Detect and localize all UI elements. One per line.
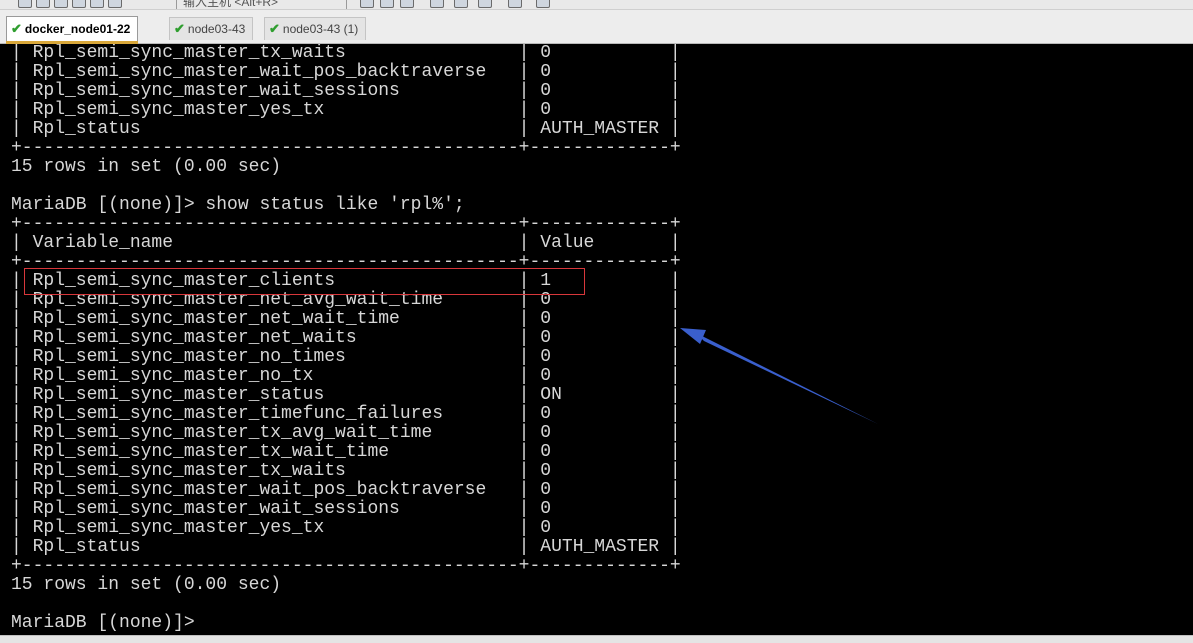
toolbar-icon[interactable] — [36, 0, 50, 8]
toolbar-icon[interactable] — [508, 0, 522, 8]
terminal-line: | Rpl_semi_sync_master_wait_sessions | 0… — [11, 499, 681, 519]
toolbar-icon[interactable] — [90, 0, 104, 8]
host-input-hint[interactable]: 输入主机 <Alt+R> — [183, 0, 278, 9]
terminal-window[interactable]: | Rpl_semi_sync_master_tx_waits | 0 | | R… — [0, 44, 1193, 635]
terminal-line: | Rpl_status | AUTH_MASTER | — [11, 119, 681, 139]
terminal-line: +---------------------------------------… — [11, 556, 681, 576]
tab-label: node03-43 (1) — [282, 22, 359, 36]
bottom-status-strip — [0, 635, 1193, 643]
terminal-line: | Rpl_semi_sync_master_net_waits | 0 | — [11, 328, 681, 348]
terminal-line: +---------------------------------------… — [11, 214, 681, 234]
check-icon: ✔ — [269, 21, 280, 36]
toolbar-icon[interactable] — [18, 0, 32, 8]
terminal-output: | Rpl_semi_sync_master_tx_waits | 0 | | R… — [11, 44, 681, 633]
terminal-line: | Rpl_status | AUTH_MASTER | — [11, 537, 681, 557]
terminal-line: +---------------------------------------… — [11, 138, 681, 158]
session-tab-bar: ✔ docker_node01-22 ✔ node03-43 ✔ node03-… — [0, 10, 1193, 44]
terminal-line: 15 rows in set (0.00 sec) — [11, 575, 282, 595]
tab-node03-43[interactable]: ✔ node03-43 — [169, 17, 254, 40]
terminal-line: | Rpl_semi_sync_master_tx_avg_wait_time … — [11, 423, 681, 443]
toolbar-icon[interactable] — [454, 0, 468, 8]
toolbar-icon[interactable] — [360, 0, 374, 8]
toolbar-icon[interactable] — [400, 0, 414, 8]
toolbar-icon[interactable] — [430, 0, 444, 8]
terminal-line: | Rpl_semi_sync_master_no_tx | 0 | — [11, 366, 681, 386]
terminal-line: | Variable_name | Value | — [11, 233, 681, 253]
tab-label: docker_node01-22 — [24, 22, 131, 36]
terminal-line: MariaDB [(none)]> — [11, 613, 206, 633]
tab-node03-43-1[interactable]: ✔ node03-43 (1) — [264, 17, 367, 40]
toolbar-separator — [346, 0, 347, 9]
check-icon: ✔ — [11, 21, 22, 36]
toolbar: 输入主机 <Alt+R> — [0, 0, 1193, 10]
tab-docker-node01-22[interactable]: ✔ docker_node01-22 — [6, 16, 139, 44]
terminal-line: | Rpl_semi_sync_master_wait_sessions | 0… — [11, 81, 681, 101]
toolbar-icon[interactable] — [536, 0, 550, 8]
terminal-line: | Rpl_semi_sync_master_no_times | 0 | — [11, 347, 681, 367]
toolbar-icon[interactable] — [478, 0, 492, 8]
terminal-line: | Rpl_semi_sync_master_tx_waits | 0 | — [11, 44, 681, 63]
toolbar-icon[interactable] — [54, 0, 68, 8]
terminal-line: | Rpl_semi_sync_master_wait_pos_backtrav… — [11, 62, 681, 82]
toolbar-icon[interactable] — [108, 0, 122, 8]
tab-label: node03-43 — [187, 22, 246, 36]
terminal-line: | Rpl_semi_sync_master_tx_waits | 0 | — [11, 461, 681, 481]
terminal-line: | Rpl_semi_sync_master_yes_tx | 0 | — [11, 518, 681, 538]
terminal-line: | Rpl_semi_sync_master_net_avg_wait_time… — [11, 290, 681, 310]
toolbar-icon[interactable] — [72, 0, 86, 8]
terminal-line: | Rpl_semi_sync_master_net_wait_time | 0… — [11, 309, 681, 329]
terminal-line: | Rpl_semi_sync_master_wait_pos_backtrav… — [11, 480, 681, 500]
terminal-line: | Rpl_semi_sync_master_clients | 1 | — [11, 271, 681, 291]
terminal-line: | Rpl_semi_sync_master_yes_tx | 0 | — [11, 100, 681, 120]
toolbar-icon[interactable] — [380, 0, 394, 8]
toolbar-separator — [176, 0, 177, 9]
terminal-line: MariaDB [(none)]> show status like 'rpl%… — [11, 195, 465, 215]
check-icon: ✔ — [174, 21, 185, 36]
terminal-line: | Rpl_semi_sync_master_status | ON | — [11, 385, 681, 405]
terminal-line: | Rpl_semi_sync_master_timefunc_failures… — [11, 404, 681, 424]
terminal-line: | Rpl_semi_sync_master_tx_wait_time | 0 … — [11, 442, 681, 462]
terminal-line: +---------------------------------------… — [11, 252, 681, 272]
terminal-line: 15 rows in set (0.00 sec) — [11, 157, 282, 177]
